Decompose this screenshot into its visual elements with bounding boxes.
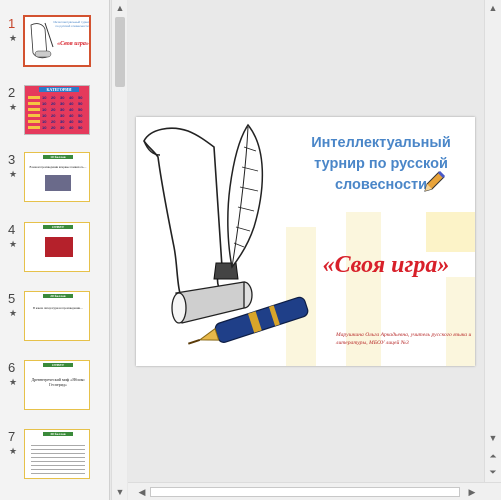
scroll-up-button[interactable]: ▲ — [485, 0, 501, 16]
previous-slide-button[interactable]: ⏶ — [485, 448, 501, 464]
grid-cell: 50 — [78, 125, 83, 130]
thumbnail-title: 10 баллов — [43, 155, 73, 159]
thumbnail-title: 30 баллов — [43, 432, 73, 436]
author-text[interactable]: Марушкина Ольга Аркадьевна, учитель русс… — [336, 332, 475, 347]
grid-cell: 40 — [69, 125, 74, 130]
grid-category-cell — [28, 96, 40, 99]
grid-cell: 30 — [60, 119, 65, 124]
grid-cell: 30 — [60, 113, 65, 118]
editor-horizontal-scrollbar[interactable]: ◀ ▶ — [128, 482, 501, 500]
scroll-down-button[interactable]: ▼ — [485, 430, 501, 446]
thumbnail-subtitle: В каком литературном произведении… — [32, 306, 84, 310]
transition-star-icon: ★ — [9, 446, 18, 456]
grid-category-cell — [28, 120, 40, 123]
transition-star-icon: ★ — [9, 102, 18, 112]
current-slide[interactable]: Интеллектуальный турнир по русской слове… — [136, 117, 475, 366]
thumbnail-subtitle: Древнегреческий миф «Яблоко Гесперид» — [31, 377, 85, 387]
thumbnail-subtitle: «Своя игра» — [57, 41, 89, 47]
thumbnail-title: ОТВЕТ — [43, 225, 73, 229]
grid-cell: 50 — [78, 95, 83, 100]
thumbnail-title: ОТВЕТ — [43, 363, 73, 367]
grid-category-cell — [28, 102, 40, 105]
transition-star-icon: ★ — [9, 169, 18, 179]
thumbnail-image: Интеллектуальный турнир по русской слове… — [23, 15, 91, 67]
thumbnail-slide-2[interactable]: 2 ★ КАТЕГОРИИ 10 20 30 40 50 10 20 30 40 50 10 20 30… — [0, 85, 109, 147]
scroll-up-button[interactable]: ▲ — [112, 0, 128, 16]
thumbnail-text-lines — [31, 442, 85, 476]
game-title[interactable]: «Своя игра» — [296, 252, 475, 279]
grid-category-cell — [28, 108, 40, 111]
transition-star-icon: ★ — [9, 377, 18, 387]
grid-cell: 20 — [51, 95, 56, 100]
grid-cell: 30 — [60, 101, 65, 106]
transition-star-icon: ★ — [9, 239, 18, 249]
slide-number: 6 — [8, 360, 16, 375]
thumbnail-image: КАТЕГОРИИ 10 20 30 40 50 10 20 30 40 50 10 20 30 40 50… — [24, 85, 90, 135]
grid-cell: 40 — [69, 101, 74, 106]
slide-number: 5 — [8, 291, 16, 306]
grid-cell: 50 — [78, 119, 83, 124]
thumbnail-image: 10 баллов В каком произведении впервые п… — [24, 152, 90, 202]
grid-cell: 10 — [42, 113, 47, 118]
grid-cell: 10 — [42, 125, 47, 130]
transition-star-icon: ★ — [9, 308, 18, 318]
thumbnail-slide-5[interactable]: 5 ★ 20 баллов В каком литературном произ… — [0, 291, 109, 353]
thumbnail-scrollbar[interactable]: ▲ ▼ — [111, 0, 127, 500]
slide-thumbnail-pane[interactable]: 1 ★ Интеллектуальный турнир по русской с… — [0, 0, 110, 500]
grid-cell: 30 — [60, 107, 65, 112]
thumbnail-picture — [45, 175, 71, 191]
grid-category-cell — [28, 114, 40, 117]
scroll-right-button[interactable]: ▶ — [464, 484, 480, 500]
thumbnail-slide-7[interactable]: 7 ★ 30 баллов — [0, 429, 109, 491]
scrollbar-thumb[interactable] — [115, 17, 125, 87]
slide-number: 3 — [8, 152, 16, 167]
grid-cell: 40 — [69, 113, 74, 118]
thumbnail-slide-6[interactable]: 6 ★ ОТВЕТ Древнегреческий миф «Яблоко Ге… — [0, 360, 109, 422]
thumbnail-picture — [45, 237, 73, 257]
categories-grid: 10 20 30 40 50 10 20 30 40 50 10 20 30 40 50 10 20 30 40 50… — [28, 95, 88, 133]
grid-cell: 20 — [51, 101, 56, 106]
grid-cell: 40 — [69, 107, 74, 112]
grid-cell: 10 — [42, 107, 47, 112]
thumbnail-slide-4[interactable]: 4 ★ ОТВЕТ — [0, 222, 109, 284]
scroll-left-button[interactable]: ◀ — [134, 484, 150, 500]
grid-cell: 20 — [51, 125, 56, 130]
next-slide-button[interactable]: ⏷ — [485, 464, 501, 480]
pencil-icon — [424, 170, 446, 192]
thumbnail-subtitle: В каком произведении впервые появилось… — [29, 165, 87, 169]
editor-vertical-scrollbar[interactable]: ▲ ▼ ⏶ ⏷ — [484, 0, 501, 482]
grid-cell: 20 — [51, 113, 56, 118]
grid-cell: 20 — [51, 119, 56, 124]
thumbnail-image: ОТВЕТ Древнегреческий миф «Яблоко Геспер… — [24, 360, 90, 410]
grid-cell: 20 — [51, 107, 56, 112]
scrollbar-thumb[interactable] — [150, 487, 460, 497]
grid-cell: 40 — [69, 95, 74, 100]
grid-cell: 10 — [42, 95, 47, 100]
slide-number: 4 — [8, 222, 16, 237]
thumbnail-slide-3[interactable]: 3 ★ 10 баллов В каком произведении вперв… — [0, 152, 109, 214]
slide-number: 1 — [8, 16, 16, 31]
slide-number: 7 — [8, 429, 16, 444]
grid-category-cell — [28, 126, 40, 129]
thumbnail-image: 20 баллов В каком литературном произведе… — [24, 291, 90, 341]
grid-cell: 50 — [78, 107, 83, 112]
thumbnail-image: ОТВЕТ — [24, 222, 90, 272]
thumbnail-title: КАТЕГОРИИ — [39, 87, 79, 92]
thumbnail-title: Интеллектуальный турнир по русской слове… — [53, 20, 91, 28]
grid-cell: 30 — [60, 125, 65, 130]
grid-cell: 40 — [69, 119, 74, 124]
grid-cell: 10 — [42, 101, 47, 106]
slide-number: 2 — [8, 85, 16, 100]
grid-cell: 50 — [78, 113, 83, 118]
thumbnail-title: 20 баллов — [43, 294, 73, 298]
slide-editor[interactable]: Интеллектуальный турнир по русской слове… — [128, 0, 484, 482]
grid-cell: 10 — [42, 119, 47, 124]
transition-star-icon: ★ — [9, 33, 18, 43]
grid-cell: 30 — [60, 95, 65, 100]
thumbnail-slide-1[interactable]: 1 ★ Интеллектуальный турнир по русской с… — [0, 15, 109, 78]
scroll-down-button[interactable]: ▼ — [112, 484, 128, 500]
thumbnail-image: 30 баллов — [24, 429, 90, 479]
grid-cell: 50 — [78, 101, 83, 106]
